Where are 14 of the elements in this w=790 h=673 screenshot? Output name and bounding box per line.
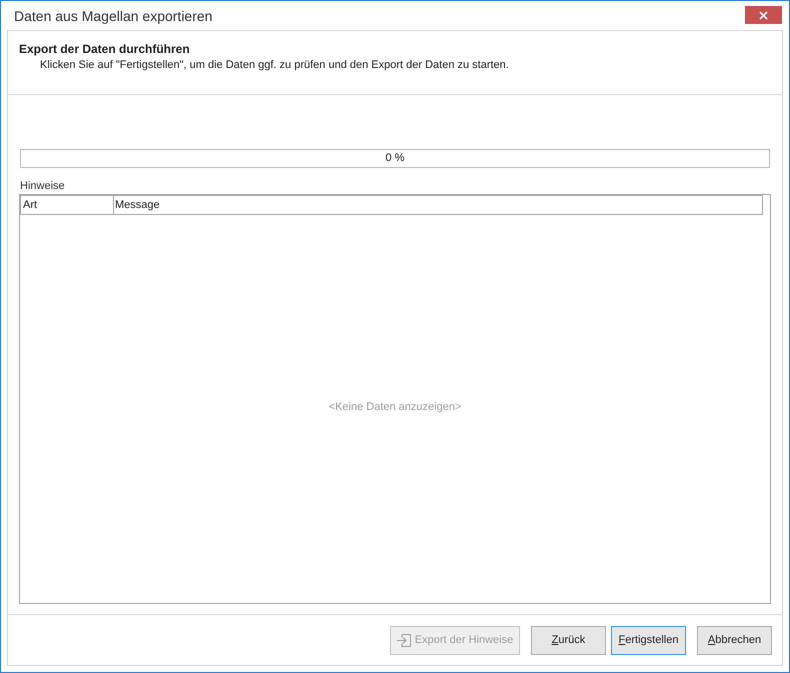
column-header[interactable]: Message bbox=[114, 196, 762, 214]
column-header[interactable]: Art bbox=[21, 196, 114, 214]
notes-label: Hinweise bbox=[20, 179, 65, 193]
dialog-button[interactable]: Fertigstellen bbox=[611, 626, 686, 655]
progress-percentage: 0 % bbox=[386, 152, 404, 165]
step-title: Export der Daten durchführen bbox=[19, 42, 190, 57]
step-description: Klicken Sie auf "Fertigstellen", um die Daten ggf. zu prüfen und den Export der Daten zu starten. bbox=[40, 58, 509, 72]
empty-grid-message: <Keine Daten anzuzeigen> bbox=[328, 400, 462, 414]
import-arrow-icon bbox=[396, 634, 411, 647]
close-icon bbox=[759, 10, 768, 20]
close-button[interactable] bbox=[745, 6, 782, 24]
window-title: Daten aus Magellan exportieren bbox=[14, 6, 212, 24]
dialog-button[interactable]: Abbrechen bbox=[697, 626, 772, 655]
dialog-button[interactable]: Zurück bbox=[531, 626, 606, 655]
